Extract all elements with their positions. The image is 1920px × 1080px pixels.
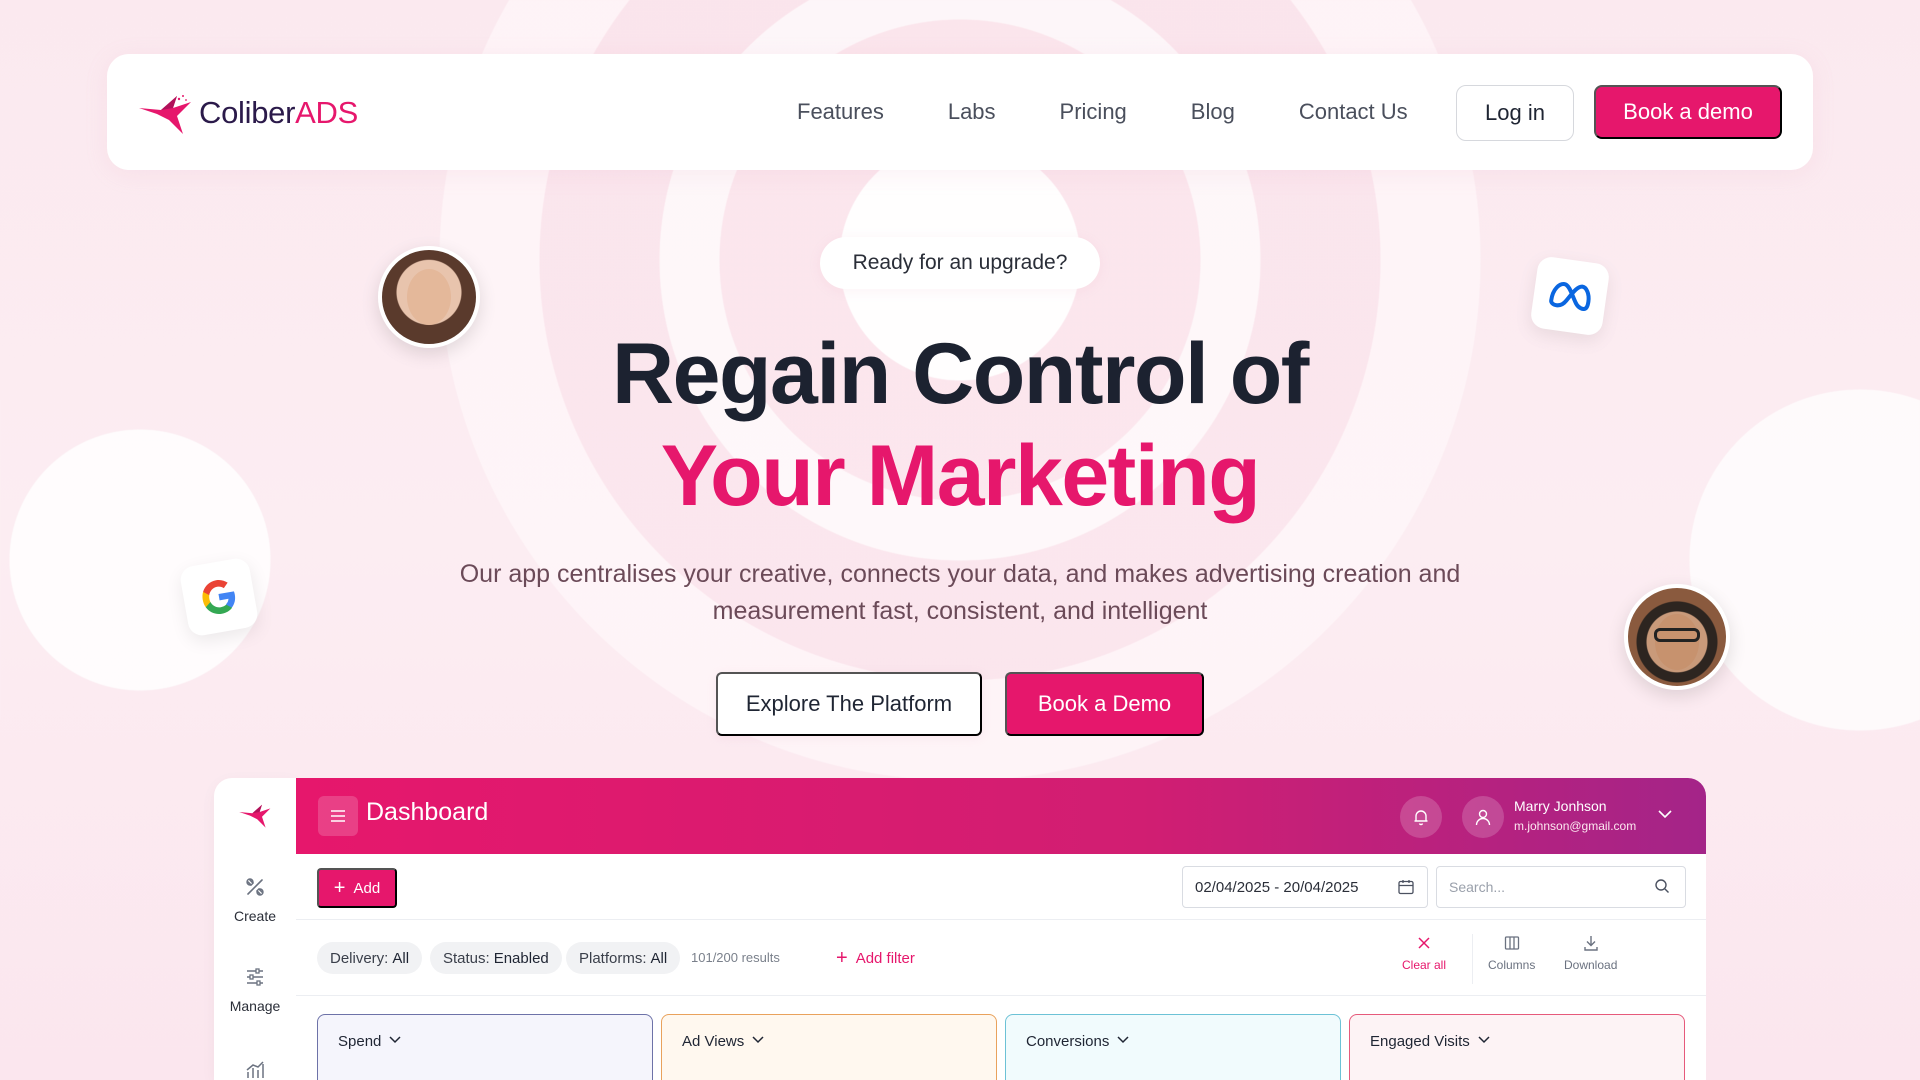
close-icon xyxy=(1418,937,1430,949)
hummingbird-logo-icon xyxy=(139,95,191,134)
chevron-down-icon xyxy=(752,1036,764,1044)
search-input[interactable] xyxy=(1436,866,1686,908)
top-navbar: ColiberADS Features Labs Pricing Blog Co… xyxy=(107,54,1813,170)
analytics-icon xyxy=(246,1061,264,1078)
nav-features[interactable]: Features xyxy=(797,99,884,125)
add-filter-button[interactable]: + Add filter xyxy=(836,948,915,968)
brand-logo[interactable]: ColiberADS xyxy=(137,90,358,136)
date-range-value: 02/04/2025 - 20/04/2025 xyxy=(1195,878,1359,896)
results-count: 101/200 results xyxy=(691,950,780,965)
hamburger-menu-icon[interactable] xyxy=(318,796,358,836)
filter-chip-status[interactable]: Status: Enabled xyxy=(430,942,562,974)
main-nav: Features Labs Pricing Blog Contact Us xyxy=(797,54,1472,170)
dashboard-toolbar: + Add 02/04/2025 - 20/04/2025 xyxy=(296,854,1706,920)
user-avatar-icon[interactable] xyxy=(1462,796,1504,838)
dashboard-sidebar: Create Manage xyxy=(214,778,296,1080)
download-button[interactable]: Download xyxy=(1564,934,1617,972)
search-icon xyxy=(1655,879,1669,893)
create-icon xyxy=(246,878,264,896)
hero-title-line1: Regain Control of xyxy=(612,326,1309,422)
clear-all-button[interactable]: Clear all xyxy=(1402,934,1446,972)
hero-title-line2: Your Marketing xyxy=(660,428,1261,524)
filter-chip-delivery[interactable]: Delivery: All xyxy=(317,942,423,974)
explore-platform-button[interactable]: Explore The Platform xyxy=(716,672,982,736)
upgrade-pill: Ready for an upgrade? xyxy=(820,237,1100,289)
book-demo-hero-button[interactable]: Book a Demo xyxy=(1005,672,1204,736)
hero-subtitle: Our app centralises your creative, conne… xyxy=(459,560,1461,625)
chevron-down-icon xyxy=(1478,1036,1490,1044)
manage-sliders-icon xyxy=(247,968,263,986)
metric-card-spend[interactable]: Spend xyxy=(317,1014,653,1080)
sidebar-logo-icon[interactable] xyxy=(238,800,274,835)
toolbar-divider xyxy=(1472,934,1473,984)
user-name: Marry Jonhson xyxy=(1514,798,1607,814)
sidebar-item-label: Manage xyxy=(229,998,281,1014)
chevron-down-icon xyxy=(389,1036,401,1044)
nav-blog[interactable]: Blog xyxy=(1191,99,1235,125)
add-button[interactable]: + Add xyxy=(317,868,397,908)
calendar-icon xyxy=(1398,880,1414,895)
filter-bar: Delivery: All Status: Enabled Platforms: Al… xyxy=(296,920,1706,996)
dashboard-title: Dashboard xyxy=(366,798,489,826)
meta-logo-icon xyxy=(1529,255,1611,337)
testimonial-avatar-man xyxy=(1624,584,1730,690)
user-email: m.johnson@gmail.com xyxy=(1514,819,1637,833)
columns-icon xyxy=(1504,936,1519,950)
chevron-down-icon xyxy=(1117,1036,1129,1044)
sidebar-item-analytics[interactable] xyxy=(214,1058,296,1080)
filter-chip-platforms[interactable]: Platforms: All xyxy=(566,942,681,974)
nav-labs[interactable]: Labs xyxy=(948,99,996,125)
download-icon xyxy=(1583,936,1598,951)
metric-card-conversions[interactable]: Conversions xyxy=(1005,1014,1341,1080)
chevron-down-icon[interactable] xyxy=(1658,806,1672,824)
sidebar-item-label: Create xyxy=(233,908,277,924)
metric-card-engaged-visits[interactable]: Engaged Visits xyxy=(1349,1014,1685,1080)
nav-pricing[interactable]: Pricing xyxy=(1060,99,1127,125)
date-range-picker[interactable]: 02/04/2025 - 20/04/2025 xyxy=(1182,866,1428,908)
columns-button[interactable]: Columns xyxy=(1488,934,1535,972)
bell-icon[interactable] xyxy=(1400,796,1442,838)
book-demo-nav-button[interactable]: Book a demo xyxy=(1594,85,1782,139)
login-button[interactable]: Log in xyxy=(1456,85,1574,141)
dashboard-main: Dashboard Marry Jonhson m.johnson@gmail.… xyxy=(296,778,1706,1080)
metric-card-ad-views[interactable]: Ad Views xyxy=(661,1014,997,1080)
sidebar-item-create[interactable]: Create xyxy=(214,876,296,924)
sidebar-item-manage[interactable]: Manage xyxy=(214,966,296,1014)
dashboard-header: Dashboard Marry Jonhson m.johnson@gmail.… xyxy=(296,778,1706,854)
google-logo-icon xyxy=(178,556,260,638)
brand-name: ColiberADS xyxy=(199,95,358,130)
dashboard-preview: Create Manage Dashboard Marry Jonhson m.… xyxy=(214,778,1706,1080)
nav-contact-us[interactable]: Contact Us xyxy=(1299,99,1408,125)
testimonial-avatar-woman xyxy=(378,246,480,348)
